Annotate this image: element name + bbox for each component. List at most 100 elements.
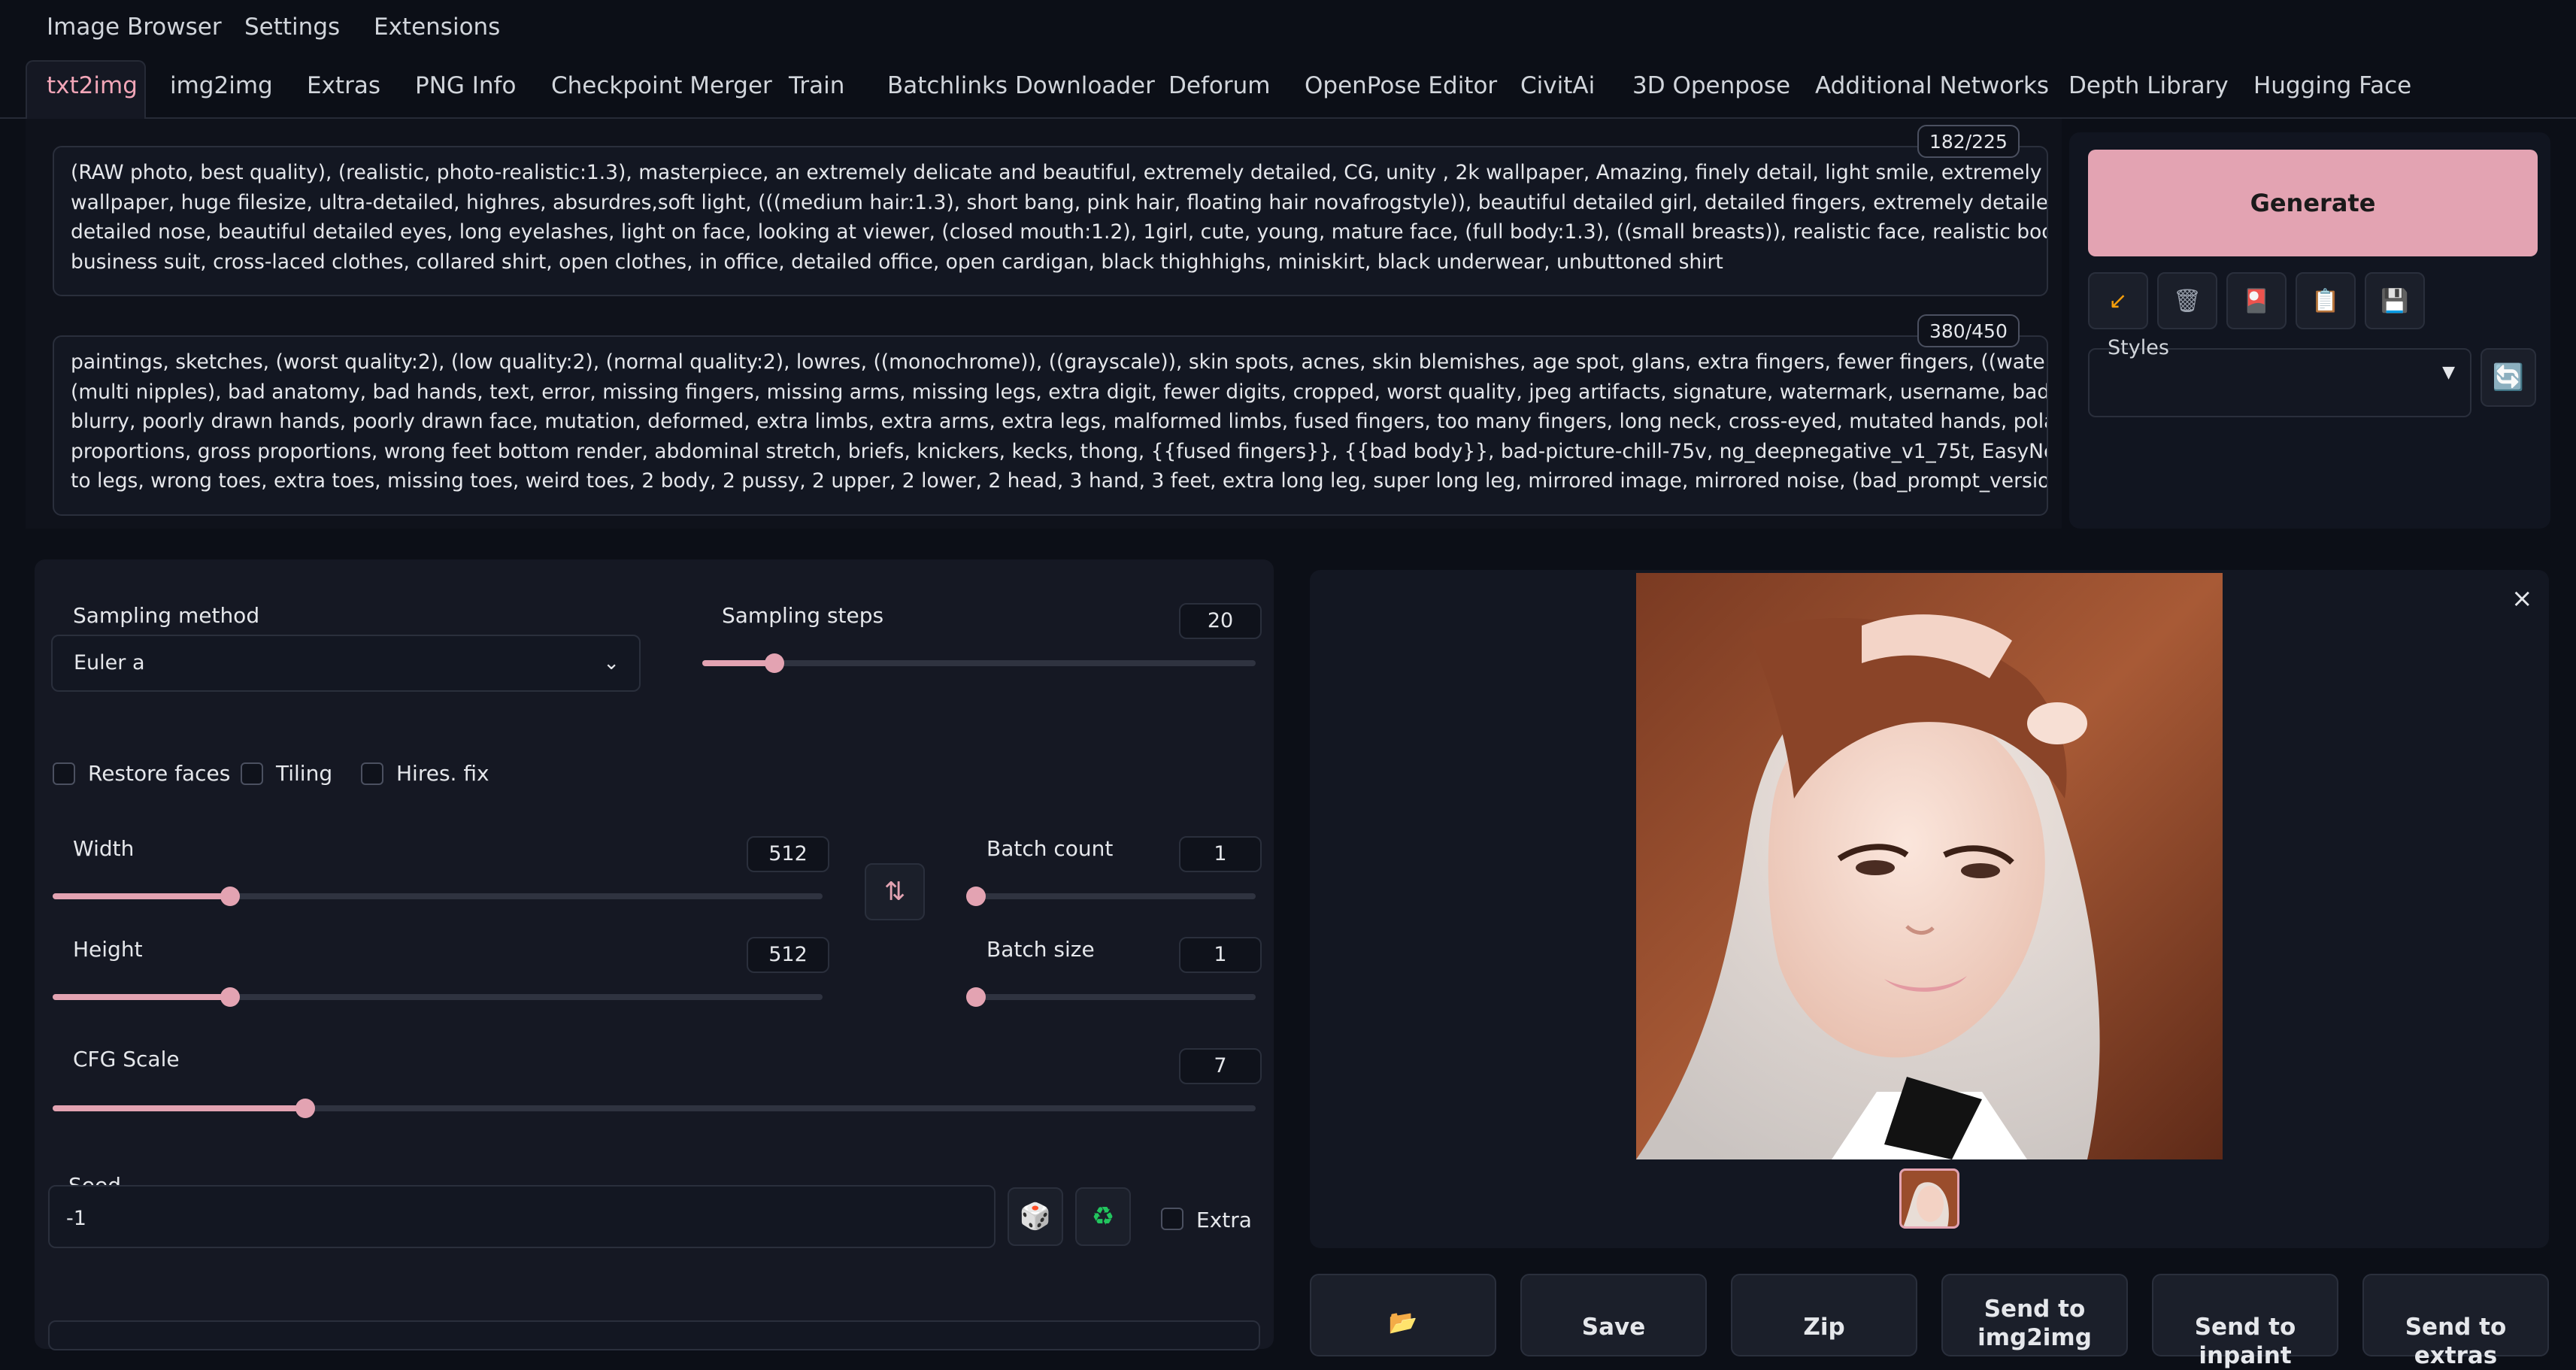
send-to-img2img-button[interactable]: Send to img2img [1941, 1274, 2128, 1356]
slider-fill [702, 660, 774, 666]
nav-image-browser[interactable]: Image Browser [47, 14, 222, 41]
open-folder-button[interactable]: 📂 [1310, 1274, 1496, 1356]
sampling-steps-label: Sampling steps [722, 603, 884, 628]
tab-deforum[interactable]: Deforum [1168, 72, 1270, 99]
show-extra-networks-button[interactable]: 🎴 [2226, 272, 2287, 329]
tab-img2img[interactable]: img2img [170, 72, 273, 99]
slider-track [976, 994, 1256, 1000]
nav-extensions[interactable]: Extensions [374, 14, 500, 41]
refresh-icon: 🔄 [2492, 362, 2525, 393]
sampling-method-label: Sampling method [73, 603, 260, 628]
chevron-down-icon: ⌄ [603, 652, 620, 674]
batch-size-label: Batch size [986, 937, 1095, 962]
slider-thumb[interactable] [966, 887, 986, 906]
send-to-inpaint-button[interactable]: Send to inpaint [2152, 1274, 2338, 1369]
negative-line: (multi nipples), bad anatomy, bad hands,… [71, 380, 2048, 404]
apply-style-button[interactable]: 📋 [2296, 272, 2356, 329]
slider-thumb[interactable] [295, 1099, 315, 1118]
tab-additional-networks[interactable]: Additional Networks [1815, 72, 2049, 99]
negative-line: blurry, poorly drawn hands, poorly drawn… [71, 410, 2047, 433]
send-to-extras-button[interactable]: Send to extras [2362, 1274, 2549, 1369]
slider-thumb[interactable] [220, 987, 240, 1007]
negative-token-counter: 380/450 [1917, 314, 2020, 347]
refresh-styles-button[interactable]: 🔄 [2481, 348, 2536, 407]
negative-line: to legs, wrong toes, extra toes, missing… [71, 469, 2048, 493]
close-icon[interactable]: × [2511, 583, 2533, 614]
random-seed-button[interactable]: 🎲 [1008, 1187, 1063, 1246]
slider-track [702, 660, 1256, 666]
read-params-button[interactable]: ↙ [2088, 272, 2148, 329]
batch-size-input[interactable]: 1 [1179, 937, 1262, 973]
tiling-label: Tiling [276, 761, 333, 786]
slider-fill [53, 893, 230, 899]
generate-button[interactable]: Generate [2088, 150, 2538, 256]
chevron-down-icon: ▼ [2442, 363, 2455, 382]
extra-seed-label: Extra [1196, 1208, 1252, 1232]
batch-count-label: Batch count [986, 836, 1114, 861]
save-icon: 💾 [2381, 287, 2409, 314]
save-style-button[interactable]: 💾 [2365, 272, 2425, 329]
slider-thumb[interactable] [764, 653, 784, 673]
save-button[interactable]: Save [1520, 1274, 1707, 1356]
recycle-icon: ♻ [1091, 1202, 1115, 1232]
sampling-steps-input[interactable]: 20 [1179, 603, 1262, 639]
tiling-checkbox[interactable] [241, 762, 263, 785]
thumbnail-illustration [1902, 1171, 1957, 1226]
prompt-line: (RAW photo, best quality), (realistic, p… [71, 161, 2048, 184]
hires-fix-label: Hires. fix [396, 761, 489, 786]
portrait-illustration [1636, 573, 2223, 1159]
prompt-line: wallpaper, huge filesize, ultra-detailed… [71, 190, 2048, 214]
zip-button[interactable]: Zip [1731, 1274, 1917, 1356]
slider-fill [53, 994, 230, 1000]
clear-prompt-button[interactable]: 🗑 [2157, 272, 2217, 329]
script-dropdown[interactable] [48, 1320, 1260, 1350]
dice-icon: 🎲 [1019, 1202, 1052, 1232]
cfg-scale-input[interactable]: 7 [1179, 1048, 1262, 1084]
tab-3d-openpose[interactable]: 3D Openpose [1632, 72, 1790, 99]
red-card-icon: 🎴 [2242, 287, 2271, 314]
swap-arrows-icon: ⇅ [883, 877, 906, 907]
slider-track [976, 893, 1256, 899]
arrow-icon: ↙ [2108, 287, 2128, 314]
styles-label: Styles [2108, 336, 2169, 359]
sampling-method-dropdown[interactable]: Euler a ⌄ [51, 635, 641, 692]
nav-settings[interactable]: Settings [244, 14, 340, 41]
swap-dimensions-button[interactable]: ⇅ [865, 863, 925, 920]
negative-prompt-textarea[interactable]: paintings, sketches, (worst quality:2), … [53, 335, 2048, 516]
restore-faces-checkbox[interactable] [53, 762, 75, 785]
tab-openpose-editor[interactable]: OpenPose Editor [1305, 72, 1497, 99]
negative-line: proportions, gross proportions, wrong fe… [71, 439, 2047, 463]
tab-extras[interactable]: Extras [307, 72, 380, 99]
cfg-scale-label: CFG Scale [73, 1047, 180, 1071]
tab-batchlinks-downloader[interactable]: Batchlinks Downloader [887, 72, 1155, 99]
trash-icon: 🗑 [2172, 287, 2202, 314]
slider-fill [53, 1105, 305, 1111]
hires-fix-checkbox[interactable] [361, 762, 383, 785]
sampling-method-value: Euler a [74, 651, 145, 674]
prompt-line: detailed nose, beautiful detailed eyes, … [71, 220, 2047, 244]
tab-train[interactable]: Train [789, 72, 844, 99]
tab-civitai[interactable]: CivitAi [1520, 72, 1595, 99]
tab-hugging-face[interactable]: Hugging Face [2253, 72, 2411, 99]
folder-icon: 📂 [1388, 1309, 1418, 1336]
slider-thumb[interactable] [220, 887, 240, 906]
tab-checkpoint-merger[interactable]: Checkpoint Merger [551, 72, 772, 99]
prompt-textarea[interactable]: (RAW photo, best quality), (realistic, p… [53, 146, 2048, 296]
seed-input[interactable]: -1 [48, 1185, 996, 1248]
reuse-seed-button[interactable]: ♻ [1075, 1187, 1131, 1246]
tab-depth-library[interactable]: Depth Library [2068, 72, 2229, 99]
slider-thumb[interactable] [966, 987, 986, 1007]
clipboard-icon: 📋 [2311, 287, 2340, 314]
tab-txt2img[interactable]: txt2img [47, 72, 138, 99]
height-label: Height [73, 937, 143, 962]
gallery-thumbnail[interactable] [1899, 1168, 1959, 1229]
batch-count-input[interactable]: 1 [1179, 836, 1262, 872]
tab-png-info[interactable]: PNG Info [415, 72, 516, 99]
prompt-token-counter: 182/225 [1917, 125, 2020, 158]
prompt-line: business suit, cross-laced clothes, coll… [71, 250, 1723, 274]
generated-image[interactable] [1636, 573, 2223, 1159]
extra-seed-checkbox[interactable] [1161, 1208, 1183, 1230]
restore-faces-label: Restore faces [88, 761, 231, 786]
width-input[interactable]: 512 [747, 836, 829, 872]
height-input[interactable]: 512 [747, 937, 829, 973]
